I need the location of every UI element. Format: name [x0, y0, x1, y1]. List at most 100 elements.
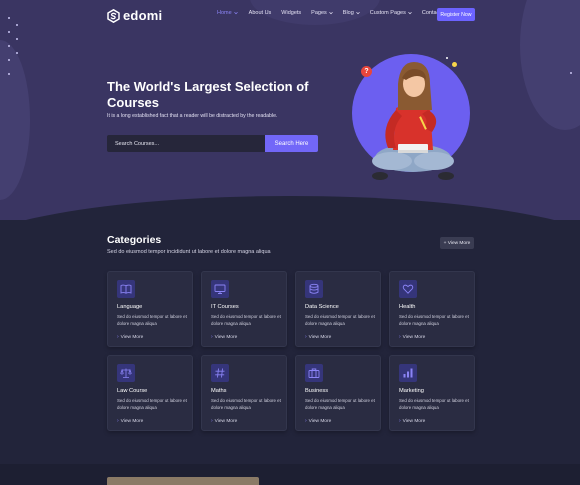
card-link-label: View More [120, 334, 144, 340]
monitor-icon [211, 280, 229, 298]
card-view-more-link[interactable]: › View More [305, 418, 331, 424]
book-icon [117, 280, 135, 298]
nav-item-label: Blog [342, 10, 354, 16]
nav-item-custom-pages[interactable]: Custom Pages [370, 10, 412, 16]
category-card-maths[interactable]: Maths Sed do eiusmod tempor ut labore et… [201, 355, 287, 431]
main-menu: Home About Us Widgets Pages Blog Custom … [217, 10, 449, 16]
hero-title: The World's Largest Selection of Courses [107, 79, 309, 110]
top-navbar: edomi Home About Us Widgets Pages Blog C… [0, 0, 580, 30]
decor-dot [452, 62, 457, 67]
decor-dot [8, 59, 10, 61]
category-card-language[interactable]: Language Sed do eiusmod tempor ut labore… [107, 271, 193, 347]
decor-dot [570, 72, 572, 74]
card-title: Business [305, 388, 329, 394]
nav-item-about[interactable]: About Us [249, 10, 272, 16]
card-view-more-link[interactable]: › View More [211, 334, 237, 340]
nav-item-label: Home [217, 10, 232, 16]
card-description: Sed do eiusmod tempor ut labore et dolor… [117, 398, 187, 410]
hero-subtitle: It is a long established fact that a rea… [107, 113, 278, 119]
card-title: Marketing [399, 388, 424, 394]
category-card-health[interactable]: Health Sed do eiusmod tempor ut labore e… [389, 271, 475, 347]
arrow-right-icon: › [211, 334, 213, 340]
decor-dot [8, 45, 10, 47]
search-here-button[interactable]: Search Here [265, 135, 318, 152]
card-title: Data Science [305, 304, 339, 310]
card-description: Sed do eiusmod tempor ut labore et dolor… [305, 398, 375, 410]
question-badge: ? [361, 66, 372, 77]
card-view-more-link[interactable]: › View More [211, 418, 237, 424]
chevron-down-icon [329, 12, 333, 15]
heart-icon [399, 280, 417, 298]
card-description: Sed do eiusmod tempor ut labore et dolor… [399, 398, 469, 410]
category-card-marketing[interactable]: Marketing Sed do eiusmod tempor ut labor… [389, 355, 475, 431]
bar-chart-icon [399, 364, 417, 382]
scale-icon [117, 364, 135, 382]
decor-blob [0, 40, 30, 200]
next-section-band [0, 464, 580, 485]
card-link-label: View More [402, 418, 426, 424]
card-link-label: View More [120, 418, 144, 424]
nav-item-blog[interactable]: Blog [343, 10, 360, 16]
arrow-right-icon: › [117, 418, 119, 424]
arrow-right-icon: › [399, 418, 401, 424]
hero-section [0, 0, 580, 220]
card-description: Sed do eiusmod tempor ut labore et dolor… [305, 314, 375, 326]
category-card-business[interactable]: Business Sed do eiusmod tempor ut labore… [295, 355, 381, 431]
card-view-more-link[interactable]: › View More [399, 418, 425, 424]
arrow-right-icon: › [305, 418, 307, 424]
nav-item-label: About Us [248, 10, 272, 16]
brand-name: edomi [123, 8, 163, 23]
card-description: Sed do eiusmod tempor ut labore et dolor… [211, 314, 281, 326]
category-card-data-science[interactable]: Data Science Sed do eiusmod tempor ut la… [295, 271, 381, 347]
nav-item-pages[interactable]: Pages [311, 10, 333, 16]
decor-dot [16, 52, 18, 54]
briefcase-icon [305, 364, 323, 382]
card-link-label: View More [308, 334, 332, 340]
next-section-image [107, 477, 259, 485]
nav-item-home[interactable]: Home [217, 10, 238, 16]
nav-item-label: Widgets [281, 10, 302, 16]
view-more-button[interactable]: + View More [440, 237, 474, 249]
card-link-label: View More [214, 334, 238, 340]
register-now-button[interactable]: Register Now [437, 8, 475, 21]
card-view-more-link[interactable]: › View More [117, 418, 143, 424]
decor-dot [8, 31, 10, 33]
hero-curve [0, 196, 580, 220]
card-description: Sed do eiusmod tempor ut labore et dolor… [117, 314, 187, 326]
decor-dot [8, 73, 10, 75]
card-description: Sed do eiusmod tempor ut labore et dolor… [399, 314, 469, 326]
card-title: Language [117, 304, 143, 310]
arrow-right-icon: › [399, 334, 401, 340]
chevron-down-icon [408, 12, 412, 15]
hash-icon [211, 364, 229, 382]
brand-logo[interactable]: edomi [107, 8, 162, 23]
search-courses-input[interactable] [107, 135, 265, 152]
card-title: Maths [211, 388, 227, 394]
card-title: Health [399, 304, 416, 310]
decor-dot [446, 57, 448, 59]
nav-item-label: Pages [311, 10, 327, 16]
card-link-label: View More [214, 418, 238, 424]
card-view-more-link[interactable]: › View More [305, 334, 331, 340]
chevron-down-icon [356, 12, 360, 15]
database-icon [305, 280, 323, 298]
chevron-down-icon [233, 12, 238, 15]
categories-subtitle: Sed do eiusmod tempor incididunt ut labo… [107, 249, 271, 255]
student-illustration [372, 62, 454, 180]
arrow-right-icon: › [305, 334, 307, 340]
card-view-more-link[interactable]: › View More [399, 334, 425, 340]
card-title: IT Courses [211, 304, 239, 310]
card-link-label: View More [402, 334, 426, 340]
nav-item-label: Custom Pages [369, 10, 406, 16]
card-description: Sed do eiusmod tempor ut labore et dolor… [211, 398, 281, 410]
arrow-right-icon: › [117, 334, 119, 340]
decor-dot [16, 38, 18, 40]
categories-title: Categories [107, 234, 162, 246]
nav-item-widgets[interactable]: Widgets [281, 10, 301, 16]
card-view-more-link[interactable]: › View More [117, 334, 143, 340]
card-link-label: View More [308, 418, 332, 424]
category-card-law-course[interactable]: Law Course Sed do eiusmod tempor ut labo… [107, 355, 193, 431]
arrow-right-icon: › [211, 418, 213, 424]
category-card-it-courses[interactable]: IT Courses Sed do eiusmod tempor ut labo… [201, 271, 287, 347]
card-title: Law Course [117, 388, 148, 394]
